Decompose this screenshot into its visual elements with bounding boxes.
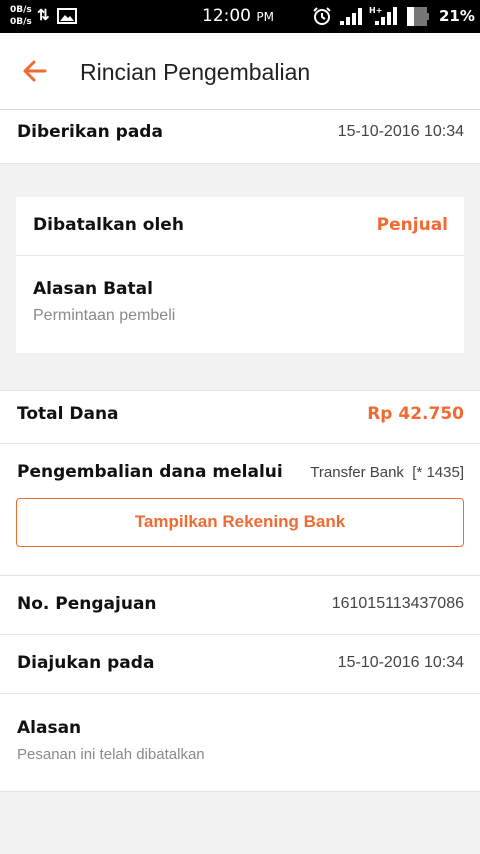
signal-strength-icon <box>340 8 362 25</box>
given-date-value: 15-10-2016 10:34 <box>337 123 464 140</box>
page-title: Rincian Pengembalian <box>80 59 311 85</box>
total-row: Total Dana Rp 42.750 <box>0 391 480 443</box>
alarm-icon <box>313 7 331 25</box>
total-amount: Rp 42.750 <box>367 404 464 424</box>
clock-ampm: PM <box>256 10 274 24</box>
submission-number-label: No. Pengajuan <box>17 594 157 614</box>
mobile-data-signal-icon: H+ <box>369 6 397 25</box>
given-date-row: Diberikan pada 15-10-2016 10:34 <box>0 110 480 163</box>
status-bar: 0B/s 0B/s ⇅ 12:00 PM H+ 21% <box>0 0 480 33</box>
divider <box>16 255 464 256</box>
total-label: Total Dana <box>17 404 119 424</box>
submitted-date-label: Diajukan pada <box>17 653 155 673</box>
divider <box>0 791 480 792</box>
clock: 12:00 PM <box>202 6 274 26</box>
submitted-date-value: 15-10-2016 10:34 <box>337 654 464 671</box>
submission-number-value: 161015113437086 <box>331 595 464 612</box>
show-bank-account-button[interactable]: Tampilkan Rekening Bank <box>16 498 464 547</box>
reason-row: Alasan Pesanan ini telah dibatalkan <box>0 694 480 791</box>
clock-time: 12:00 <box>202 6 251 26</box>
divider <box>0 163 480 164</box>
image-notification-icon <box>57 8 77 24</box>
battery-percent: 21% <box>439 7 475 25</box>
cancellation-card: Dibatalkan oleh Penjual Alasan Batal Per… <box>16 197 464 353</box>
app-bar: Rincian Pengembalian <box>0 33 480 110</box>
refund-account: [* 1435] <box>412 464 464 481</box>
submitted-date-row: Diajukan pada 15-10-2016 10:34 <box>0 635 480 693</box>
cancelled-by-label: Dibatalkan oleh <box>33 215 184 235</box>
cancel-reason-label: Alasan Batal <box>33 279 153 299</box>
reason-value: Pesanan ini telah dibatalkan <box>17 746 205 763</box>
refund-method-label: Pengembalian dana melalui <box>17 462 283 482</box>
back-arrow-icon[interactable] <box>20 57 48 85</box>
refund-method-value: Transfer Bank [* 1435] <box>310 464 464 481</box>
reason-label: Alasan <box>17 718 82 738</box>
network-speed: 0B/s 0B/s <box>10 4 32 28</box>
refund-method-name: Transfer Bank <box>310 464 404 481</box>
data-transfer-icon: ⇅ <box>37 7 50 24</box>
submission-number-row: No. Pengajuan 161015113437086 <box>0 576 480 634</box>
upload-speed: 0B/s <box>10 5 32 15</box>
network-type: H+ <box>369 6 382 15</box>
battery-icon <box>407 7 429 26</box>
download-speed: 0B/s <box>10 17 32 27</box>
given-date-label: Diberikan pada <box>17 122 163 142</box>
cancelled-by-value: Penjual <box>376 215 448 235</box>
cancel-reason-value: Permintaan pembeli <box>33 307 176 324</box>
